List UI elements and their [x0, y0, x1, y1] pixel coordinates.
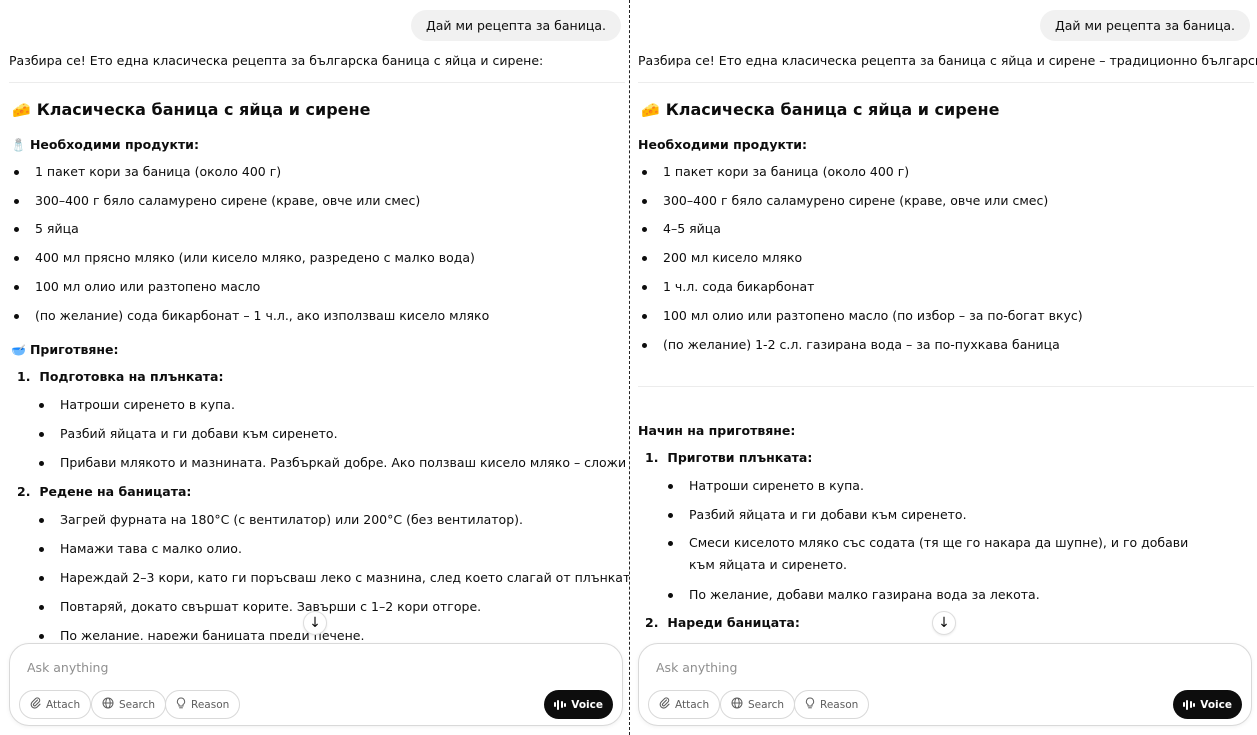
list-item: 100 мл олио или разтопено масло: [13, 279, 261, 294]
list-item: 5 яйца: [14, 221, 79, 236]
step-title: Подготовка на плънката:: [39, 369, 224, 384]
list-item: Натроши сиренето в купа.: [668, 478, 864, 493]
step-heading: 1. Приготви плънката:: [645, 450, 812, 465]
method-title: Начин на приготвяне:: [638, 423, 796, 438]
ingredients-title: Необходими продукти:: [638, 137, 807, 152]
step-title: Приготви плънката:: [667, 450, 813, 465]
prep-title-text: Приготвяне:: [29, 342, 119, 357]
list-item: (по желание) 1-2 с.л. газирана вода – за…: [642, 337, 1060, 352]
list-item: Нареждай 2–3 кори, като ги поръсваш леко…: [39, 570, 629, 585]
chat-pane-left: Дай ми рецепта за баница. Разбира се! Ет…: [0, 0, 629, 735]
pane-divider: [629, 0, 630, 735]
arrow-down-icon: ↓: [309, 615, 321, 631]
waveform-icon: [553, 699, 567, 710]
bowl-icon: 🥣: [11, 342, 26, 357]
ingredients-title: 🧂 Необходими продукти:: [11, 137, 199, 152]
recipe-heading-text: Класическа баница с яйца и сирене: [36, 100, 371, 119]
list-item: Натроши сиренето в купа.: [39, 397, 235, 412]
list-item: По желание, добави малко газирана вода з…: [668, 587, 1040, 602]
cheese-icon: 🧀: [641, 100, 660, 119]
reason-button[interactable]: Reason: [794, 690, 870, 719]
scroll-down-button[interactable]: ↓: [303, 611, 327, 635]
recipe-heading: 🧀 Класическа баница с яйца и сирене: [641, 100, 999, 119]
list-item: 200 мл кисело мляко: [641, 250, 803, 265]
salt-icon: 🧂: [11, 137, 26, 152]
step-number: 1.: [17, 369, 31, 384]
list-item: (по желание) сода бикарбонат – 1 ч.л., а…: [13, 308, 490, 323]
list-item: 4–5 яйца: [642, 221, 721, 236]
attach-label: Attach: [675, 698, 710, 711]
search-label: Search: [119, 698, 156, 711]
reason-label: Reason: [191, 698, 230, 711]
paperclip-icon: [30, 697, 41, 712]
list-item: Намажи тава с малко олио.: [39, 541, 242, 556]
chat-pane-right: Дай ми рецепта за баница. Разбира се! Ет…: [629, 0, 1257, 735]
composer: Ask anything Attach Search Reason Voice: [9, 643, 623, 726]
list-item: 300–400 г бяло саламурено сирене (краве,…: [641, 193, 1049, 208]
list-item: 1 пакет кори за баница (около 400 г): [13, 164, 282, 179]
divider-line: [638, 82, 1254, 83]
step-title: Редене на баницата:: [39, 484, 192, 499]
attach-label: Attach: [46, 698, 81, 711]
list-item: Прибави млякото и мазнината. Разбъркай д…: [39, 455, 629, 470]
lightbulb-icon: [805, 697, 815, 712]
arrow-down-icon: ↓: [938, 615, 950, 631]
list-item: Разбий яйцата и ги добави към сиренето.: [668, 507, 967, 522]
step-number: 1.: [645, 450, 659, 465]
step-heading: 2. Редене на баницата:: [17, 484, 191, 499]
search-button[interactable]: Search: [720, 690, 796, 719]
voice-label: Voice: [571, 698, 603, 711]
message-input[interactable]: Ask anything: [656, 660, 737, 675]
recipe-heading-text: Класическа баница с яйца и сирене: [665, 100, 1000, 119]
recipe-heading: 🧀 Класическа баница с яйца и сирене: [12, 100, 370, 119]
step-title: Нареди баницата:: [667, 615, 800, 630]
message-input[interactable]: Ask anything: [27, 660, 108, 675]
scroll-down-button[interactable]: ↓: [932, 611, 956, 635]
search-label: Search: [748, 698, 785, 711]
assistant-intro: Разбира се! Ето една класическа рецепта …: [638, 53, 1257, 68]
list-item: 300–400 г бяло саламурено сирене (краве,…: [13, 193, 421, 208]
assistant-intro: Разбира се! Ето една класическа рецепта …: [9, 53, 544, 68]
divider-line: [9, 82, 625, 83]
waveform-icon: [1182, 699, 1196, 710]
user-message: Дай ми рецепта за баница.: [1039, 10, 1250, 41]
globe-icon: [102, 697, 114, 712]
list-item: Разбий яйцата и ги добави към сиренето.: [39, 426, 338, 441]
prep-title: 🥣 Приготвяне:: [11, 342, 119, 357]
list-item: 100 мл олио или разтопено масло (по избо…: [642, 308, 1083, 323]
paperclip-icon: [659, 697, 670, 712]
list-item: Загрей фурната на 180°C (с вентилатор) и…: [39, 512, 523, 527]
list-item: 1 пакет кори за баница (около 400 г): [641, 164, 910, 179]
list-item: Повтаряй, докато свършат корите. Завърши…: [38, 599, 482, 614]
attach-button[interactable]: Attach: [19, 690, 92, 719]
cheese-icon: 🧀: [12, 100, 31, 119]
list-item: 1 ч.л. сода бикарбонат: [641, 279, 815, 294]
list-item: 400 мл прясно мляко (или кисело мляко, р…: [14, 250, 475, 265]
voice-button[interactable]: Voice: [543, 690, 613, 719]
search-button[interactable]: Search: [91, 690, 167, 719]
voice-button[interactable]: Voice: [1172, 690, 1242, 719]
lightbulb-icon: [176, 697, 186, 712]
step-heading: 1. Подготовка на плънката:: [17, 369, 223, 384]
step-number: 2.: [17, 484, 31, 499]
step-number: 2.: [645, 615, 659, 630]
reason-button[interactable]: Reason: [165, 690, 241, 719]
user-message: Дай ми рецепта за баница.: [410, 10, 621, 41]
attach-button[interactable]: Attach: [648, 690, 721, 719]
reason-label: Reason: [820, 698, 859, 711]
voice-label: Voice: [1200, 698, 1232, 711]
ingredients-title-text: Необходими продукти:: [29, 137, 199, 152]
globe-icon: [731, 697, 743, 712]
step-heading: 2. Нареди баницата:: [645, 615, 800, 630]
composer: Ask anything Attach Search Reason Voice: [638, 643, 1252, 726]
divider-line: [638, 386, 1254, 387]
list-item: Смеси киселото мляко със содата (тя ще г…: [668, 532, 1209, 576]
